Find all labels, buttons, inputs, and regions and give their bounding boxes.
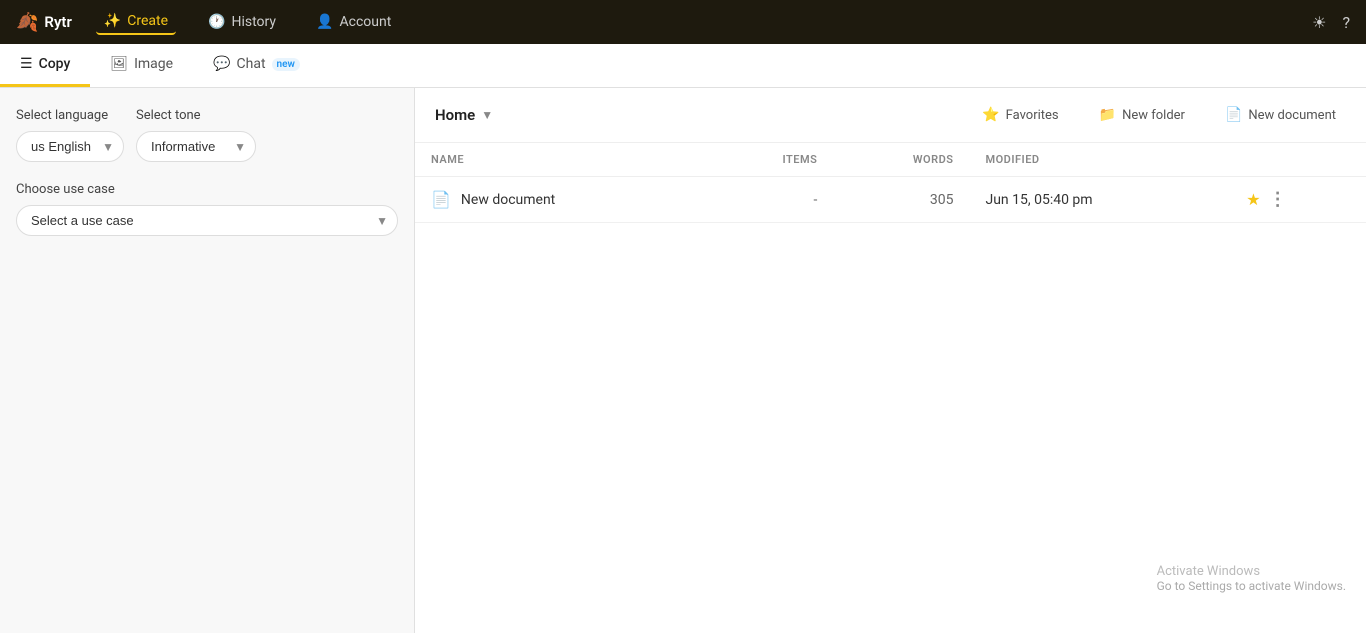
tab-chat-label: Chat	[237, 56, 266, 72]
nav-account[interactable]: 👤 Account	[308, 10, 399, 34]
breadcrumb-home-label: Home	[435, 106, 475, 124]
new-document-icon: 📄	[1225, 107, 1242, 123]
language-section: Select language us English uk English Fr…	[16, 108, 398, 162]
copy-tab-icon: ☰	[20, 56, 33, 72]
favorites-button[interactable]: ⭐ Favorites	[972, 102, 1068, 128]
breadcrumb-chevron-icon: ▼	[481, 108, 493, 122]
tab-image-label: Image	[134, 56, 173, 72]
sidebar: Select language us English uk English Fr…	[0, 88, 415, 633]
subtabs-bar: ☰ Copy 🖼 Image 💬 Chat new	[0, 44, 1366, 88]
language-label: Select language	[16, 108, 124, 123]
language-select[interactable]: us English uk English French Spanish Ger…	[16, 131, 124, 162]
file-more-icon[interactable]: ⋮	[1269, 189, 1287, 210]
nav-history[interactable]: 🕐 History	[200, 10, 284, 34]
tone-select-wrapper: Informative Professional Casual Funny Fo…	[136, 131, 256, 162]
use-case-section: Choose use case Select a use case Blog P…	[16, 182, 398, 236]
col-name: NAME	[415, 143, 708, 177]
tone-select[interactable]: Informative Professional Casual Funny Fo…	[136, 131, 256, 162]
new-folder-icon: 📁	[1099, 107, 1116, 123]
new-folder-button[interactable]: 📁 New folder	[1089, 102, 1195, 128]
nav-create-label: Create	[127, 13, 168, 29]
file-actions-cell: ★ ⋮	[1230, 177, 1366, 223]
tab-copy[interactable]: ☰ Copy	[0, 44, 90, 87]
brand-logo[interactable]: 🍂 Rytr	[16, 12, 72, 33]
file-name-wrapper: 📄 New document	[431, 190, 692, 209]
content-area: Home ▼ ⭐ Favorites 📁 New folder 📄 New do…	[415, 88, 1366, 633]
col-modified: MODIFIED	[969, 143, 1230, 177]
breadcrumb[interactable]: Home ▼	[435, 106, 493, 124]
file-actions: ★ ⋮	[1246, 189, 1350, 210]
tab-image[interactable]: 🖼 Image	[90, 44, 193, 87]
file-star-icon[interactable]: ★	[1246, 190, 1260, 209]
language-select-wrapper: us English uk English French Spanish Ger…	[16, 131, 124, 162]
chat-new-badge: new	[272, 58, 300, 71]
table-row[interactable]: 📄 New document - 305 Jun 15, 05:40 pm ★ …	[415, 177, 1366, 223]
file-modified: Jun 15, 05:40 pm	[969, 177, 1230, 223]
table-header: NAME ITEMS WORDS MODIFIED	[415, 143, 1366, 177]
brand-name: Rytr	[44, 13, 71, 31]
brand-icon: 🍂	[16, 12, 38, 33]
nav-account-label: Account	[339, 14, 391, 30]
tone-label: Select tone	[136, 108, 256, 123]
chat-tab-icon: 💬	[213, 56, 230, 72]
navbar: 🍂 Rytr ✨ Create 🕐 History 👤 Account ☀ ?	[0, 0, 1366, 44]
tone-field: Select tone Informative Professional Cas…	[136, 108, 256, 162]
col-items: ITEMS	[708, 143, 833, 177]
header-actions: ⭐ Favorites 📁 New folder 📄 New document	[972, 102, 1346, 128]
brightness-icon[interactable]: ☀	[1312, 13, 1326, 32]
favorites-label: Favorites	[1006, 108, 1059, 123]
main-layout: Select language us English uk English Fr…	[0, 88, 1366, 633]
selects-row: Select language us English uk English Fr…	[16, 108, 398, 162]
file-items: -	[708, 177, 833, 223]
use-case-select-wrapper: Select a use case Blog Post Product Desc…	[16, 205, 398, 236]
new-document-label: New document	[1248, 108, 1336, 123]
tab-chat[interactable]: 💬 Chat new	[193, 44, 320, 87]
nav-history-label: History	[232, 14, 277, 30]
content-header: Home ▼ ⭐ Favorites 📁 New folder 📄 New do…	[415, 88, 1366, 143]
table-body: 📄 New document - 305 Jun 15, 05:40 pm ★ …	[415, 177, 1366, 223]
create-icon: ✨	[104, 13, 121, 29]
language-field: Select language us English uk English Fr…	[16, 108, 124, 162]
nav-create[interactable]: ✨ Create	[96, 9, 176, 35]
file-table: NAME ITEMS WORDS MODIFIED 📄 New document	[415, 143, 1366, 223]
use-case-select[interactable]: Select a use case Blog Post Product Desc…	[16, 205, 398, 236]
account-icon: 👤	[316, 14, 333, 30]
file-doc-icon: 📄	[431, 190, 451, 209]
help-icon[interactable]: ?	[1342, 13, 1350, 32]
use-case-label: Choose use case	[16, 182, 398, 197]
file-words: 305	[833, 177, 969, 223]
file-name-cell: 📄 New document	[415, 177, 708, 223]
image-tab-icon: 🖼	[110, 56, 128, 72]
col-actions	[1230, 143, 1366, 177]
file-name: New document	[461, 192, 555, 208]
favorites-icon: ⭐	[982, 107, 999, 123]
new-document-button[interactable]: 📄 New document	[1215, 102, 1346, 128]
navbar-right: ☀ ?	[1312, 13, 1350, 32]
new-folder-label: New folder	[1122, 108, 1185, 123]
col-words: WORDS	[833, 143, 969, 177]
history-icon: 🕐	[208, 14, 225, 30]
tab-copy-label: Copy	[39, 56, 71, 72]
